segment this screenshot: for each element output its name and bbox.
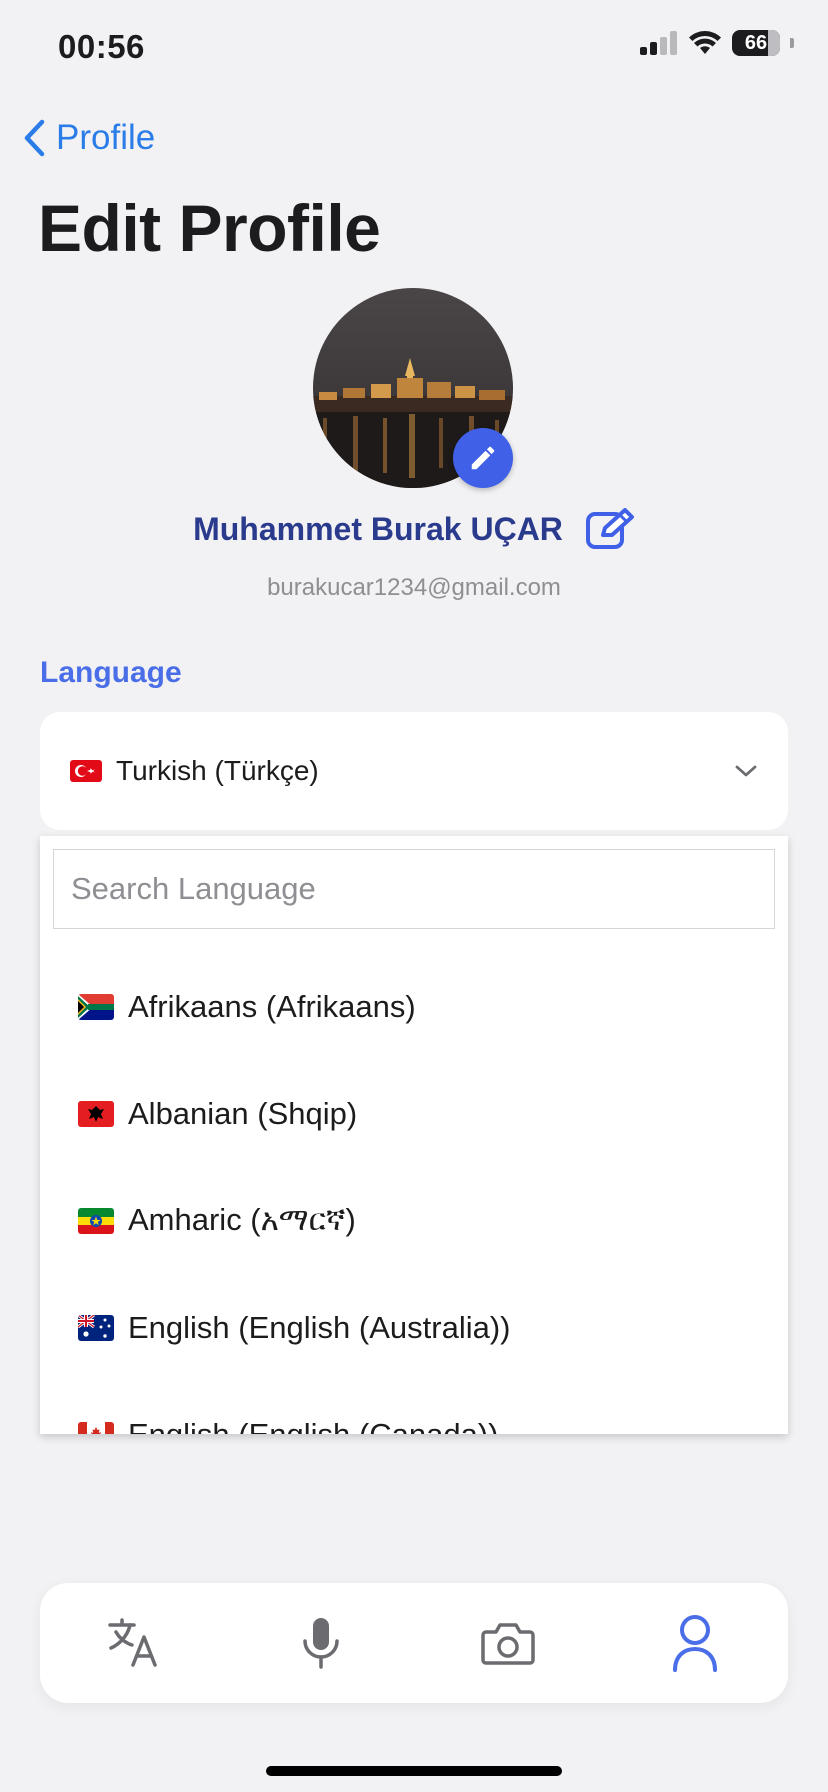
- south-africa-flag-icon: [78, 993, 114, 1020]
- status-time: 00:56: [58, 28, 145, 65]
- language-option-label: English (English (Canada)): [128, 1416, 499, 1435]
- language-option-amharic[interactable]: Amharic (አማርኛ): [40, 1167, 788, 1274]
- language-option-afrikaans[interactable]: Afrikaans (Afrikaans): [40, 953, 788, 1060]
- chevron-left-icon: [24, 119, 45, 157]
- back-label: Profile: [56, 118, 156, 157]
- translate-icon: [108, 1618, 157, 1667]
- canada-flag-icon: [78, 1421, 114, 1434]
- search-language-input[interactable]: [53, 849, 775, 929]
- camera-icon: [481, 1623, 535, 1665]
- page-title: Edit Profile: [38, 191, 381, 265]
- home-indicator: [266, 1766, 562, 1776]
- battery-indicator: 66: [732, 30, 780, 56]
- tab-bar: [40, 1583, 788, 1703]
- wifi-icon: [689, 31, 721, 54]
- turkey-flag-icon: [70, 760, 102, 782]
- user-name: Muhammet Burak UÇAR: [193, 510, 563, 547]
- user-email: burakucar1234@gmail.com: [267, 574, 561, 601]
- language-select[interactable]: Turkish (Türkçe): [40, 712, 788, 830]
- language-option-english-canada[interactable]: English (English (Canada)): [40, 1381, 788, 1434]
- pencil-icon: [471, 446, 495, 470]
- language-option-albanian[interactable]: Albanian (Shqip): [40, 1060, 788, 1167]
- language-option-label: Amharic (አማርኛ): [128, 1202, 356, 1237]
- ethiopia-flag-icon: [78, 1207, 114, 1234]
- australia-flag-icon: [78, 1314, 114, 1341]
- language-option-label: English (English (Australia)): [128, 1309, 511, 1345]
- tab-camera[interactable]: [448, 1583, 568, 1703]
- language-dropdown: Afrikaans (Afrikaans) Albanian (Shqip): [40, 836, 788, 1434]
- language-option-label: Albanian (Shqip): [128, 1095, 358, 1131]
- language-section-label: Language: [40, 656, 182, 689]
- cellular-signal-icon: [640, 31, 677, 55]
- tab-profile[interactable]: [635, 1583, 755, 1703]
- back-button[interactable]: Profile: [22, 118, 155, 158]
- language-option-english-australia[interactable]: English (English (Australia)): [40, 1274, 788, 1381]
- battery-cap: [790, 38, 794, 48]
- edit-name-icon[interactable]: [585, 508, 635, 550]
- tab-voice[interactable]: [261, 1583, 381, 1703]
- language-option-label: Afrikaans (Afrikaans): [128, 988, 416, 1024]
- tab-translate[interactable]: [74, 1583, 194, 1703]
- microphone-icon: [303, 1618, 339, 1669]
- status-icons: 66: [640, 30, 794, 56]
- chevron-down-icon: [735, 765, 757, 777]
- language-list: Afrikaans (Afrikaans) Albanian (Shqip) A…: [40, 953, 788, 1434]
- profile-icon: [673, 1615, 717, 1672]
- edit-photo-button[interactable]: [453, 428, 513, 488]
- selected-language: Turkish (Türkçe): [116, 755, 319, 786]
- albania-flag-icon: [78, 1100, 114, 1127]
- name-row: Muhammet Burak UÇAR: [0, 508, 828, 550]
